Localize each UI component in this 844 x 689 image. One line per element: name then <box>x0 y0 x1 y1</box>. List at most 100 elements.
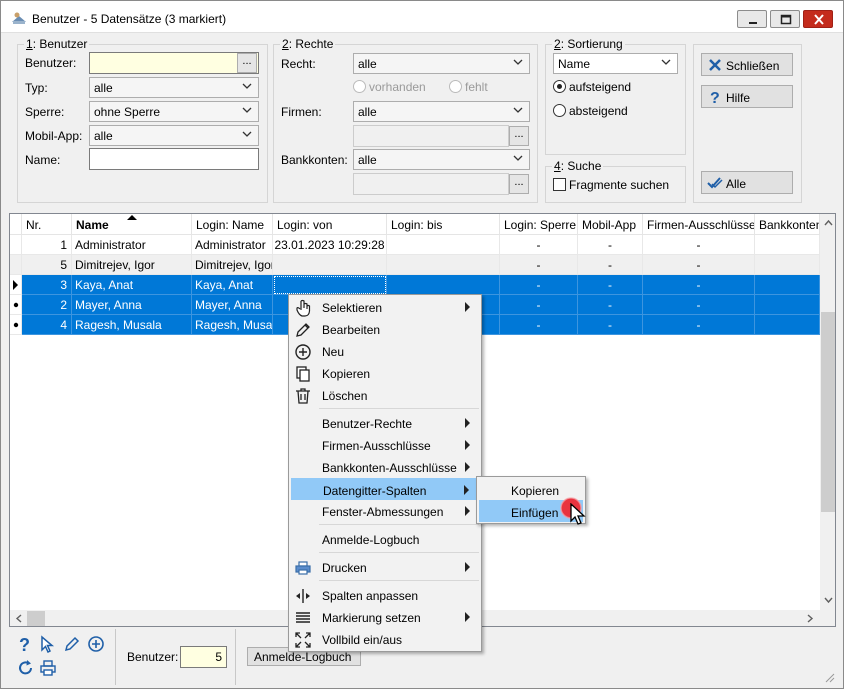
menu-item-neu[interactable]: Neu <box>291 340 479 362</box>
cell-firmen[interactable]: - <box>643 235 755 255</box>
firmen-browse-button[interactable]: ... <box>509 126 529 146</box>
cell-login-bis[interactable] <box>387 235 500 255</box>
cell-mobil-app[interactable]: - <box>578 255 643 275</box>
bankkonten-browse-button[interactable]: ... <box>509 174 529 194</box>
table-row[interactable]: 5 Dimitrejev, Igor Dimitrejev, Igor - - - <box>10 255 820 275</box>
cell-nr[interactable]: 4 <box>22 315 72 335</box>
cell-bankkonten[interactable] <box>755 275 820 295</box>
vertical-scroll-thumb[interactable] <box>821 312 835 512</box>
maximize-button[interactable] <box>770 10 800 28</box>
scroll-down-icon[interactable] <box>824 596 833 605</box>
row-indicator[interactable] <box>10 275 22 295</box>
menu-item-bankkonten-ausschluesse[interactable]: Bankkonten-Ausschlüsse <box>291 456 479 478</box>
cell-login-name[interactable]: Ragesh, Musal <box>192 315 273 335</box>
grid-header-mobil-app[interactable]: Mobil-App <box>578 214 643 235</box>
alle-button[interactable]: Alle <box>701 171 793 194</box>
cell-nr[interactable]: 2 <box>22 295 72 315</box>
cell-mobil-app[interactable]: - <box>578 275 643 295</box>
menu-item-selektieren[interactable]: Selektieren <box>291 296 479 318</box>
horizontal-scroll-thumb[interactable] <box>27 611 45 626</box>
radio-aufsteigend[interactable] <box>553 80 566 93</box>
grid-header-login-bis[interactable]: Login: bis <box>387 214 500 235</box>
menu-item-drucken[interactable]: Drucken <box>291 556 479 578</box>
cell-nr[interactable]: 5 <box>22 255 72 275</box>
grid-header-login-von[interactable]: Login: von <box>273 214 387 235</box>
benutzer-input[interactable] <box>89 52 259 74</box>
scroll-right-icon[interactable] <box>806 614 815 623</box>
cell-firmen[interactable]: - <box>643 315 755 335</box>
grid-header-firmen[interactable]: Firmen-Ausschlüsse <box>643 214 755 235</box>
pencil-icon[interactable] <box>63 635 81 653</box>
cell-login-von[interactable]: 23.01.2023 10:29:28 <box>273 235 387 255</box>
grid-header-login-name[interactable]: Login: Name <box>192 214 273 235</box>
menu-item-loeschen[interactable]: Löschen <box>291 384 479 406</box>
grid-header-name[interactable]: Name <box>72 214 192 235</box>
refresh-icon[interactable] <box>17 659 35 677</box>
cell-firmen[interactable]: - <box>643 275 755 295</box>
bankkonten-select[interactable]: alle <box>353 149 530 170</box>
cell-firmen[interactable]: - <box>643 255 755 275</box>
cell-name[interactable]: Administrator <box>72 235 192 255</box>
cell-login-bis[interactable] <box>387 275 500 295</box>
fragmente-checkbox[interactable] <box>553 178 566 191</box>
minimize-button[interactable] <box>737 10 767 28</box>
close-window-button[interactable] <box>803 10 833 28</box>
menu-item-bearbeiten[interactable]: Bearbeiten <box>291 318 479 340</box>
cell-nr[interactable]: 1 <box>22 235 72 255</box>
cell-login-sperre[interactable]: - <box>500 255 578 275</box>
grid-header-nr[interactable]: Nr. <box>22 214 72 235</box>
cell-name[interactable]: Kaya, Anat <box>72 275 192 295</box>
cell-login-name[interactable]: Administrator <box>192 235 273 255</box>
row-indicator[interactable] <box>10 315 22 335</box>
typ-select[interactable]: alle <box>89 77 259 98</box>
cell-firmen[interactable]: - <box>643 295 755 315</box>
help-icon[interactable]: ? <box>17 635 33 653</box>
name-input[interactable] <box>89 148 259 170</box>
resize-grip-icon[interactable] <box>823 671 835 683</box>
cell-bankkonten[interactable] <box>755 255 820 275</box>
menu-item-firmen-ausschluesse[interactable]: Firmen-Ausschlüsse <box>291 434 479 456</box>
cell-login-von[interactable] <box>273 275 387 295</box>
cell-login-name[interactable]: Dimitrejev, Igor <box>192 255 273 275</box>
cell-login-sperre[interactable]: - <box>500 315 578 335</box>
menu-item-spalten-anpassen[interactable]: Spalten anpassen <box>291 584 479 606</box>
cell-bankkonten[interactable] <box>755 295 820 315</box>
cell-mobil-app[interactable]: - <box>578 315 643 335</box>
menu-item-benutzer-rechte[interactable]: Benutzer-Rechte <box>291 412 479 434</box>
cell-login-name[interactable]: Mayer, Anna <box>192 295 273 315</box>
firmen-select[interactable]: alle <box>353 101 530 122</box>
printer-icon[interactable] <box>39 659 57 677</box>
sortierung-select[interactable]: Name <box>553 53 678 74</box>
cursor-arrow-icon[interactable] <box>39 635 57 653</box>
cell-nr[interactable]: 3 <box>22 275 72 295</box>
radio-fehlt[interactable] <box>449 80 462 93</box>
plus-circle-icon[interactable] <box>87 635 105 653</box>
cell-login-bis[interactable] <box>387 255 500 275</box>
mobil-app-select[interactable]: alle <box>89 125 259 146</box>
vertical-scrollbar[interactable] <box>820 214 835 610</box>
cell-bankkonten[interactable] <box>755 315 820 335</box>
cell-login-von[interactable] <box>273 255 387 275</box>
cell-mobil-app[interactable]: - <box>578 295 643 315</box>
cell-bankkonten[interactable] <box>755 235 820 255</box>
cell-login-sperre[interactable]: - <box>500 275 578 295</box>
benutzer-browse-button[interactable]: ... <box>237 53 257 73</box>
sperre-select[interactable]: ohne Sperre <box>89 101 259 122</box>
menu-item-vollbild-ein-aus[interactable]: Vollbild ein/aus <box>291 628 479 650</box>
menu-item-datengitter-spalten[interactable]: Datengitter-Spalten <box>291 478 479 500</box>
cell-mobil-app[interactable]: - <box>578 235 643 255</box>
schliessen-button[interactable]: Schließen <box>701 53 793 76</box>
scroll-up-icon[interactable] <box>824 218 833 227</box>
grid-header-login-sperre[interactable]: Login: Sperre <box>500 214 578 235</box>
recht-select[interactable]: alle <box>353 53 530 74</box>
grid-header-bankkonten[interactable]: Bankkonten <box>755 214 820 235</box>
row-indicator[interactable] <box>10 295 22 315</box>
menu-item-markierung-setzen[interactable]: Markierung setzen <box>291 606 479 628</box>
radio-vorhanden[interactable] <box>353 80 366 93</box>
cell-login-name[interactable]: Kaya, Anat <box>192 275 273 295</box>
row-indicator[interactable] <box>10 235 22 255</box>
table-row[interactable]: 3 Kaya, Anat Kaya, Anat - - - <box>10 275 820 295</box>
scroll-left-icon[interactable] <box>14 614 23 623</box>
cell-name[interactable]: Dimitrejev, Igor <box>72 255 192 275</box>
cell-login-sperre[interactable]: - <box>500 235 578 255</box>
